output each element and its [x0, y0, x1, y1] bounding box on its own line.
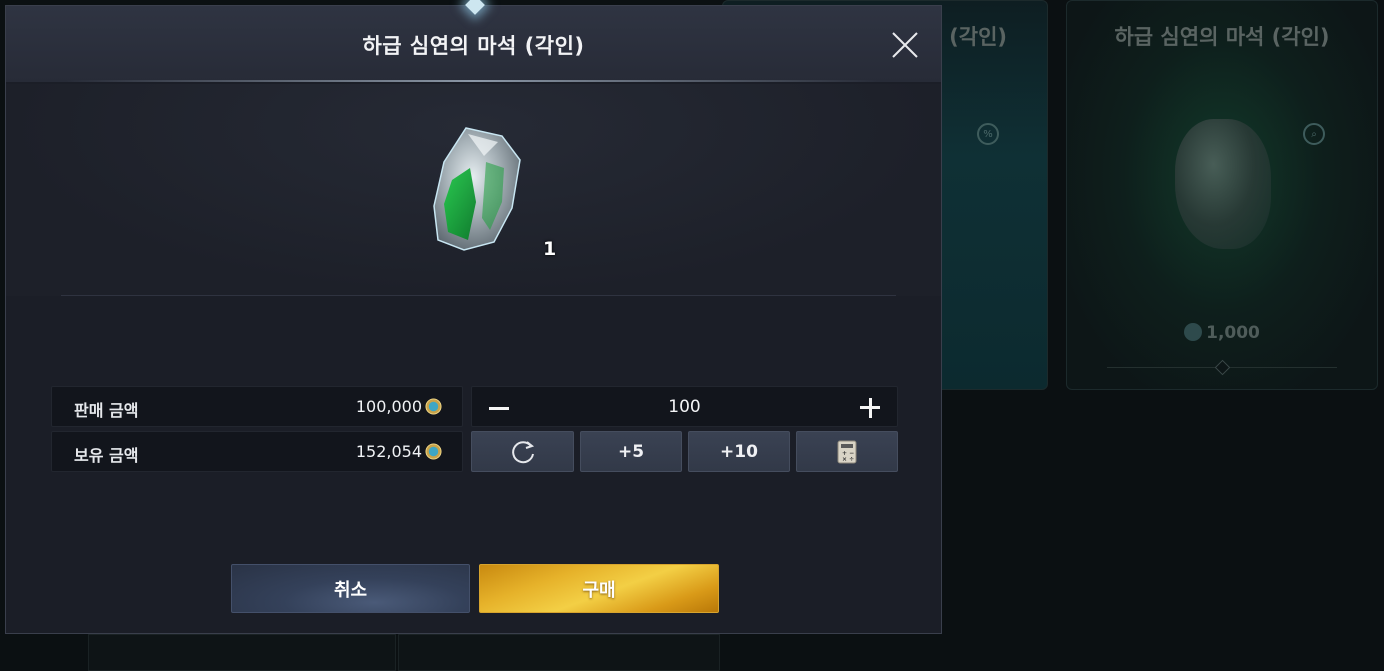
add-10-button[interactable]: +10: [688, 431, 790, 472]
owned-amount-label: 보유 금액: [74, 446, 139, 465]
calculator-icon: + − × ÷: [837, 440, 857, 463]
quantity-stepper: 100: [471, 386, 898, 427]
add-5-button[interactable]: +5: [580, 431, 682, 472]
calculator-button[interactable]: + − × ÷: [796, 431, 898, 472]
item-divider: [61, 295, 896, 296]
purchase-dialog: 하급 심연의 마석 (각인) 1 판매 금액 100,000 보유 금액 152…: [5, 0, 942, 634]
dialog-title: 하급 심연의 마석 (각인): [362, 34, 585, 58]
increase-quantity-button[interactable]: [857, 392, 883, 422]
sale-price-value: 100,000: [355, 397, 422, 416]
reset-quantity-button[interactable]: [471, 431, 574, 472]
svg-text:× ÷: × ÷: [842, 456, 854, 463]
item-quantity: 1: [543, 238, 557, 260]
green-crystal-stone-icon: [424, 122, 524, 258]
magnifier-badge-icon: ⌕: [1303, 123, 1325, 145]
sale-price-row: 판매 금액 100,000: [51, 386, 463, 427]
buy-button[interactable]: 구매: [479, 564, 719, 613]
background-card-price: 1,000: [1067, 323, 1377, 343]
background-shop-card: [88, 634, 396, 671]
diamond-ornament-icon: [1214, 359, 1231, 376]
owned-amount-value: 152,054: [355, 442, 422, 461]
background-stone-icon: [1175, 119, 1271, 249]
sale-price-label: 판매 금액: [74, 401, 139, 420]
coin-icon: [1184, 323, 1203, 341]
gold-coin-icon: [425, 443, 442, 460]
close-icon: [892, 32, 918, 58]
header-divider: [66, 80, 881, 82]
owned-amount-row: 보유 금액 152,054: [51, 431, 463, 472]
refresh-icon: [511, 440, 534, 463]
discount-badge-icon: %: [977, 123, 999, 145]
quantity-value[interactable]: 100: [472, 397, 897, 417]
cancel-button[interactable]: 취소: [231, 564, 470, 613]
dialog-header: 하급 심연의 마석 (각인): [6, 0, 941, 82]
background-shop-card: 하급 심연의 마석 (각인) ⌕ 1,000: [1066, 0, 1378, 390]
header-gem-ornament-icon: [465, 0, 485, 15]
close-button[interactable]: [890, 30, 920, 60]
background-shop-card: [398, 634, 720, 671]
gold-coin-icon: [425, 398, 442, 415]
background-card-title: 하급 심연의 마석 (각인): [1114, 25, 1330, 49]
